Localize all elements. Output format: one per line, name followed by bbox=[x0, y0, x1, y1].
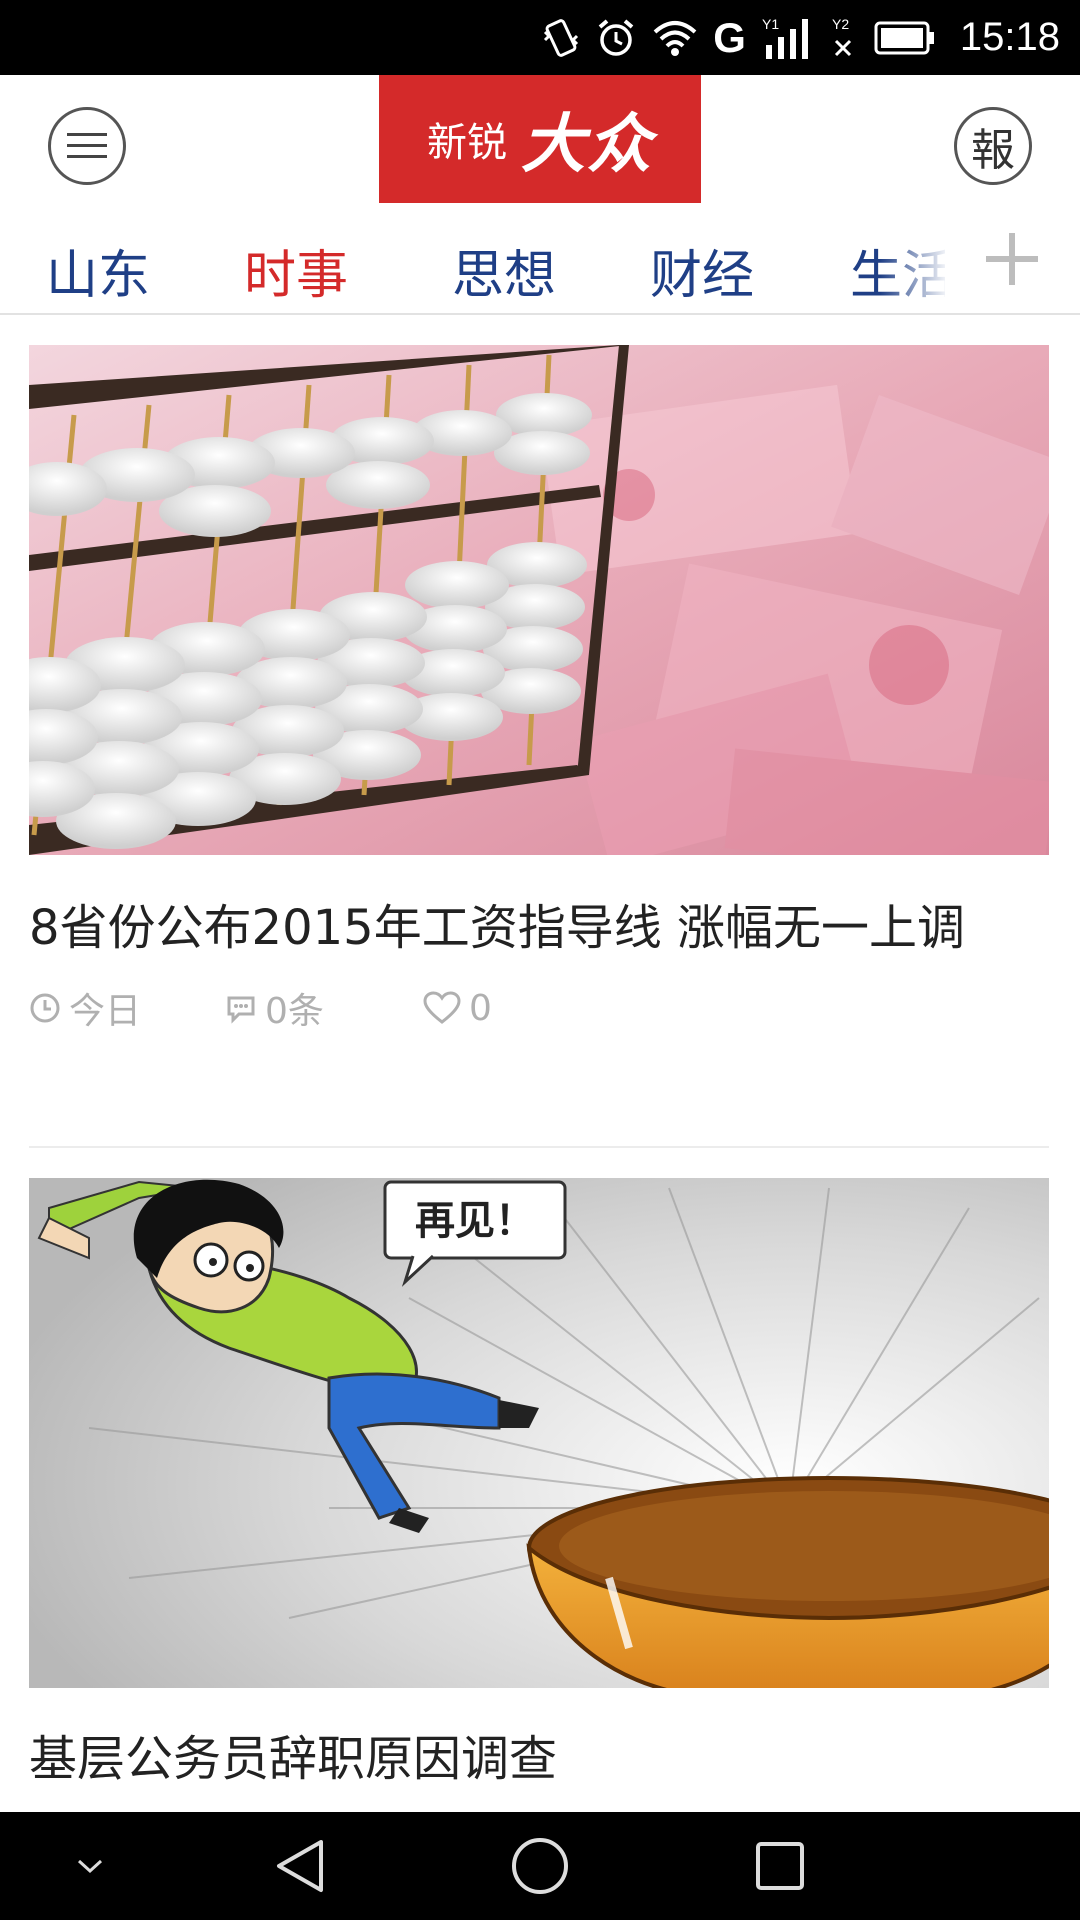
article-image-abacus[interactable] bbox=[29, 345, 1049, 855]
recents-button[interactable] bbox=[740, 1812, 820, 1920]
article-likes[interactable]: 0 bbox=[423, 988, 492, 1029]
status-time: 15:18 bbox=[959, 15, 1060, 59]
svg-text:Y1: Y1 bbox=[762, 16, 779, 32]
newspaper-button[interactable]: 報 bbox=[954, 107, 1032, 185]
article-comments[interactable]: 0条 bbox=[225, 982, 423, 1034]
home-icon bbox=[512, 1838, 568, 1894]
add-tab-button[interactable] bbox=[974, 221, 1050, 297]
system-nav-bar bbox=[0, 1812, 1080, 1920]
alarm-icon bbox=[598, 18, 634, 56]
article-title[interactable]: 8省份公布2015年工资指导线 涨幅无一上调 bbox=[29, 897, 1049, 959]
article-card[interactable]: 8省份公布2015年工资指导线 涨幅无一上调 今日 0条 0 bbox=[29, 345, 1049, 1033]
cartoon-caption: 再见！ bbox=[415, 1198, 535, 1244]
collapse-button[interactable] bbox=[58, 1812, 122, 1920]
network-type: G bbox=[713, 13, 746, 61]
comment-icon bbox=[227, 996, 255, 1024]
tab-thought[interactable]: 思想 bbox=[452, 233, 556, 308]
article-time-text: 今日 bbox=[69, 991, 142, 1032]
tab-finance[interactable]: 财经 bbox=[650, 233, 754, 308]
article-time: 今日 bbox=[29, 982, 225, 1034]
home-button[interactable] bbox=[500, 1812, 580, 1920]
app-logo: 新锐 大众 bbox=[379, 75, 701, 203]
app-header: 新锐 大众 報 bbox=[0, 75, 1080, 205]
category-tab-bar: 山东 时事 思想 财经 生活 bbox=[0, 205, 1080, 315]
logo-small-text: 新锐 bbox=[427, 120, 507, 166]
recents-icon bbox=[756, 1842, 804, 1890]
svg-text:Y2: Y2 bbox=[832, 16, 849, 32]
article-title[interactable]: 基层公务员辞职原因调查 bbox=[29, 1728, 1049, 1790]
status-bar: G Y1 Y2 15:18 bbox=[0, 0, 1080, 75]
article-card[interactable]: 再见！ 基层公务员辞职原因调查 bbox=[29, 1178, 1049, 1790]
menu-button[interactable] bbox=[48, 107, 126, 185]
signal-icon-sim2: Y2 bbox=[832, 16, 851, 56]
tab-current-affairs[interactable]: 时事 bbox=[244, 233, 348, 308]
article-divider bbox=[29, 1146, 1049, 1148]
plus-icon bbox=[986, 233, 1038, 285]
clock-icon bbox=[30, 993, 60, 1023]
heart-icon bbox=[423, 991, 461, 1024]
category-tabs: 山东 时事 思想 财经 生活 bbox=[0, 205, 945, 313]
article-image-cartoon[interactable]: 再见！ bbox=[29, 1178, 1049, 1688]
battery-icon bbox=[874, 21, 934, 54]
back-icon bbox=[277, 1840, 323, 1892]
article-likes-text: 0 bbox=[469, 987, 492, 1029]
article-comments-text: 0条 bbox=[265, 991, 324, 1032]
article-meta: 今日 0条 0 bbox=[29, 983, 1049, 1033]
tab-overflow-fade bbox=[880, 205, 945, 313]
signal-icon: Y1 bbox=[762, 16, 808, 59]
logo-big-text: 大众 bbox=[521, 107, 653, 182]
collapse-icon bbox=[77, 1859, 103, 1874]
wifi-icon bbox=[653, 20, 697, 56]
back-button[interactable] bbox=[262, 1812, 338, 1920]
hamburger-menu-icon bbox=[67, 133, 107, 158]
vibrate-icon bbox=[544, 18, 579, 57]
status-icons: G Y1 Y2 15:18 bbox=[541, 0, 1060, 75]
tab-shandong[interactable]: 山东 bbox=[46, 233, 150, 308]
